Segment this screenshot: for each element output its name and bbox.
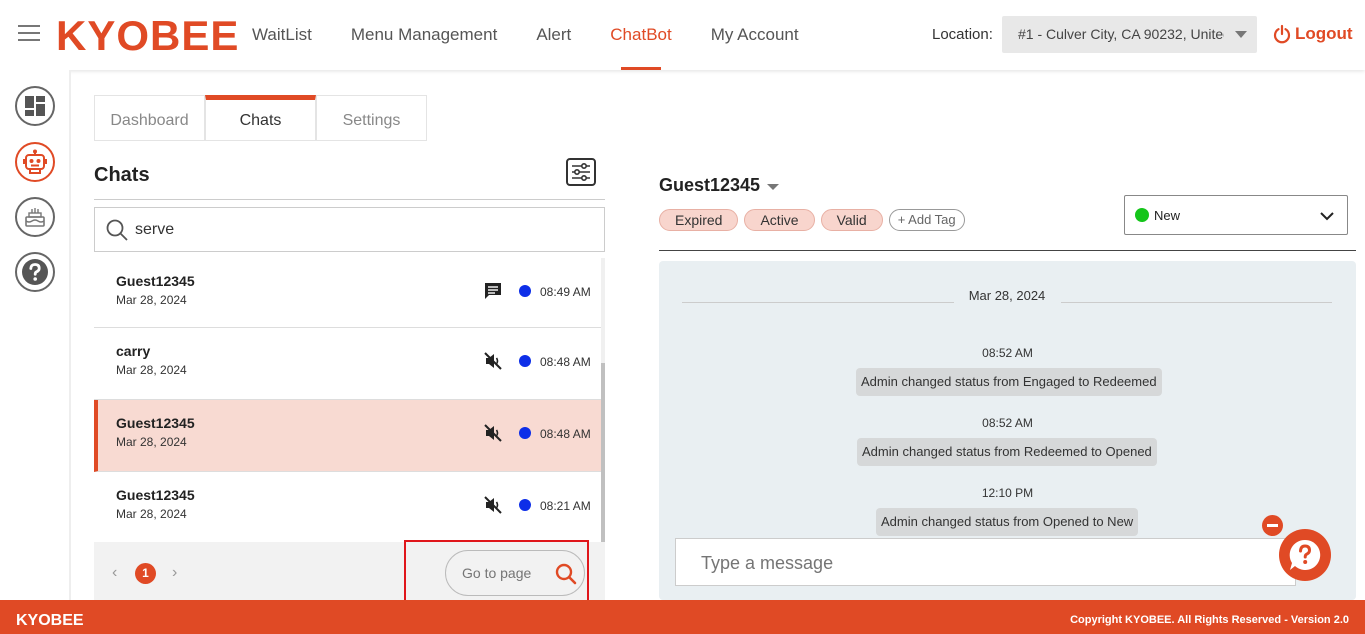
chat-date: Mar 28, 2024 bbox=[116, 293, 187, 307]
sidebar-help-button[interactable] bbox=[15, 252, 55, 292]
chat-time: 08:48 AM bbox=[540, 355, 591, 369]
chat-time: 08:21 AM bbox=[540, 499, 591, 513]
sidebar-chatbot-button[interactable] bbox=[15, 142, 55, 182]
tag-chip[interactable]: Active bbox=[744, 209, 815, 231]
message-time: 12:10 PM bbox=[981, 486, 1034, 500]
status-dot bbox=[1135, 208, 1149, 222]
divider bbox=[659, 250, 1356, 251]
chat-list: Guest12345 Mar 28, 2024 08:49 AM carry M… bbox=[94, 258, 605, 542]
divider bbox=[94, 199, 605, 200]
chats-title: Chats bbox=[94, 164, 150, 186]
chatbot-tabs: Dashboard Chats Settings bbox=[94, 95, 427, 141]
caret-down-icon bbox=[1235, 31, 1247, 38]
chat-time: 08:49 AM bbox=[540, 285, 591, 299]
highlight-box bbox=[404, 540, 589, 603]
chat-list-item-selected[interactable]: Guest12345 Mar 28, 2024 08:48 AM bbox=[94, 400, 602, 472]
message-composer bbox=[675, 538, 1296, 586]
help-circle-icon bbox=[22, 259, 48, 285]
footer-brand: KYOBEE bbox=[16, 612, 84, 629]
location-label: Location: bbox=[932, 26, 993, 43]
chat-name: Guest12345 bbox=[116, 487, 195, 503]
unread-dot bbox=[519, 499, 531, 511]
chat-date: Mar 28, 2024 bbox=[116, 435, 187, 449]
chat-time: 08:48 AM bbox=[540, 427, 591, 441]
nav-menu-management[interactable]: Menu Management bbox=[351, 0, 497, 70]
chat-name: Guest12345 bbox=[116, 273, 195, 289]
cake-icon bbox=[25, 208, 45, 227]
sidebar-dashboard-button[interactable] bbox=[15, 86, 55, 126]
message-time: 08:52 AM bbox=[982, 346, 1033, 360]
chat-list-scrollbar[interactable] bbox=[601, 258, 605, 542]
date-divider: Mar 28, 2024 bbox=[968, 288, 1046, 303]
conversation-name: Guest12345 bbox=[659, 175, 761, 195]
date-divider-line bbox=[1061, 302, 1332, 303]
sliders-icon bbox=[572, 162, 590, 182]
tab-dashboard[interactable]: Dashboard bbox=[94, 95, 205, 141]
add-tag-button[interactable]: + Add Tag bbox=[888, 209, 965, 231]
search-icon bbox=[106, 219, 128, 241]
chat-list-item[interactable]: carry Mar 28, 2024 08:48 AM bbox=[94, 328, 602, 400]
status-value: New bbox=[1154, 208, 1181, 223]
system-message: Admin changed status from Engaged to Red… bbox=[856, 368, 1162, 396]
chevron-down-icon bbox=[1320, 212, 1334, 221]
power-icon bbox=[1273, 24, 1291, 44]
tag-list: Expired Active Valid + Add Tag bbox=[659, 209, 965, 231]
page-number[interactable]: 1 bbox=[135, 563, 156, 584]
kyobee-logo[interactable]: KYOBEE bbox=[56, 12, 239, 60]
status-dropdown[interactable]: New bbox=[1124, 195, 1348, 235]
robot-icon bbox=[23, 149, 47, 174]
location-value: #1 - Culver City, CA 90232, United State… bbox=[1018, 26, 1224, 42]
unread-dot bbox=[519, 285, 531, 297]
help-bubble-icon bbox=[1289, 539, 1321, 570]
date-divider-line bbox=[682, 302, 954, 303]
chat-list-item[interactable]: Guest12345 Mar 28, 2024 08:21 AM bbox=[94, 472, 602, 542]
chat-list-item[interactable]: Guest12345 Mar 28, 2024 08:49 AM bbox=[94, 258, 602, 328]
prev-page-icon[interactable]: ‹ bbox=[112, 564, 117, 582]
sidebar-events-button[interactable] bbox=[15, 197, 55, 237]
footer-copyright: Copyright KYOBEE. All Rights Reserved - … bbox=[1070, 614, 1349, 626]
logout-button[interactable]: Logout bbox=[1272, 24, 1353, 44]
top-navbar: KYOBEE WaitList Menu Management Alert Ch… bbox=[0, 0, 1365, 70]
next-page-icon[interactable]: › bbox=[172, 564, 177, 582]
chat-date: Mar 28, 2024 bbox=[116, 363, 187, 377]
unread-dot bbox=[519, 427, 531, 439]
nav-chatbot[interactable]: ChatBot bbox=[610, 0, 672, 70]
tab-settings[interactable]: Settings bbox=[316, 95, 427, 141]
side-nav bbox=[0, 70, 71, 600]
tag-chip[interactable]: Expired bbox=[659, 209, 739, 231]
caret-down-icon bbox=[767, 184, 780, 190]
system-message: Admin changed status from Opened to New bbox=[876, 508, 1139, 536]
filter-settings-button[interactable] bbox=[566, 158, 596, 186]
main-nav: WaitList Menu Management Alert ChatBot M… bbox=[252, 0, 838, 70]
unread-dot bbox=[519, 355, 531, 367]
muted-icon bbox=[484, 352, 502, 370]
chat-search-box bbox=[94, 207, 605, 252]
logout-label: Logout bbox=[1295, 24, 1353, 43]
conversation-header[interactable]: Guest12345 bbox=[659, 175, 780, 196]
message-input[interactable] bbox=[701, 551, 1261, 575]
dashboard-icon bbox=[25, 96, 45, 116]
help-chat-button[interactable] bbox=[1279, 529, 1331, 581]
footer: KYOBEE Copyright KYOBEE. All Rights Rese… bbox=[0, 600, 1365, 634]
message-icon bbox=[485, 283, 501, 299]
message-time: 08:52 AM bbox=[982, 416, 1033, 430]
muted-icon bbox=[484, 424, 502, 442]
chat-search-input[interactable] bbox=[135, 218, 595, 242]
nav-waitlist[interactable]: WaitList bbox=[252, 0, 312, 70]
nav-my-account[interactable]: My Account bbox=[711, 0, 799, 70]
hamburger-menu-icon[interactable] bbox=[18, 25, 40, 43]
chat-name: Guest12345 bbox=[116, 415, 195, 431]
scrollbar-thumb[interactable] bbox=[601, 363, 605, 542]
tag-chip[interactable]: Valid bbox=[820, 209, 883, 231]
location-select[interactable]: #1 - Culver City, CA 90232, United State… bbox=[1002, 16, 1257, 53]
minimize-icon[interactable] bbox=[1262, 515, 1283, 536]
nav-alert[interactable]: Alert bbox=[536, 0, 571, 70]
muted-icon bbox=[484, 496, 502, 514]
tab-chats[interactable]: Chats bbox=[205, 95, 316, 141]
system-message: Admin changed status from Redeemed to Op… bbox=[857, 438, 1157, 466]
chat-name: carry bbox=[116, 343, 151, 359]
chat-date: Mar 28, 2024 bbox=[116, 507, 187, 521]
